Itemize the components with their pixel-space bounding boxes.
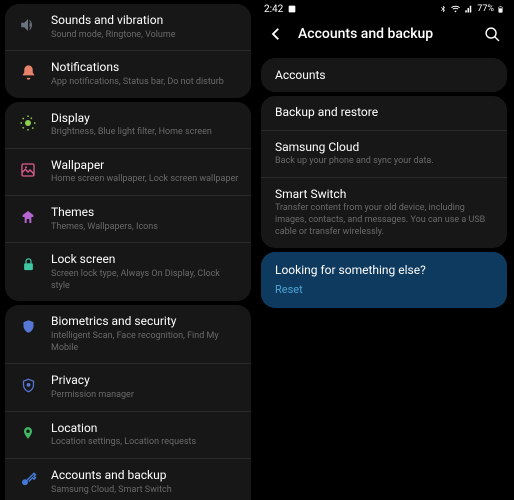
- item-title: Samsung Cloud: [275, 140, 493, 156]
- notification-icon: [287, 4, 297, 14]
- themes-icon: [17, 206, 39, 228]
- item-sub: Transfer content from your old device, i…: [275, 203, 493, 238]
- promo-title: Looking for something else?: [275, 263, 493, 277]
- item-title: Sounds and vibration: [51, 13, 239, 29]
- item-title: Lock screen: [51, 252, 239, 268]
- wallpaper-icon: [17, 159, 39, 181]
- lock-icon: [17, 253, 39, 275]
- settings-item-themes[interactable]: Themes Themes, Wallpapers, Icons: [5, 196, 251, 243]
- page-header: Accounts and backup: [256, 18, 512, 54]
- settings-item-location[interactable]: Location Location settings, Location req…: [5, 412, 251, 459]
- item-title: Backup and restore: [275, 105, 493, 121]
- item-title: Accounts and backup: [51, 468, 239, 484]
- item-sub: Home screen wallpaper, Lock screen wallp…: [51, 174, 239, 186]
- settings-item-biometrics[interactable]: Biometrics and security Intelligent Scan…: [5, 305, 251, 364]
- display-icon: [17, 112, 39, 134]
- location-icon: [17, 422, 39, 444]
- settings-group-2: Display Brightness, Blue light filter, H…: [5, 102, 251, 302]
- item-title: Notifications: [51, 60, 239, 76]
- back-button[interactable]: [266, 24, 286, 44]
- item-sub: Intelligent Scan, Face recognition, Find…: [51, 331, 239, 354]
- bluetooth-icon: [439, 4, 447, 14]
- item-sub: Samsung Cloud, Smart Switch: [51, 485, 239, 497]
- sound-icon: [17, 14, 39, 36]
- settings-item-accounts[interactable]: Accounts and backup Samsung Cloud, Smart…: [5, 459, 251, 500]
- key-icon: [17, 469, 39, 491]
- settings-item-sounds[interactable]: Sounds and vibration Sound mode, Rington…: [5, 4, 251, 51]
- item-title: Themes: [51, 205, 239, 221]
- reset-link[interactable]: Reset: [275, 283, 493, 296]
- item-sub: Back up your phone and sync your data.: [275, 156, 493, 168]
- page-title: Accounts and backup: [298, 26, 482, 42]
- item-sub: Brightness, Blue light filter, Home scre…: [51, 127, 239, 139]
- item-sub: App notifications, Status bar, Do not di…: [51, 77, 239, 89]
- settings-panel: Sounds and vibration Sound mode, Rington…: [0, 0, 256, 500]
- notifications-icon: [17, 61, 39, 83]
- signal-icon: [464, 5, 474, 14]
- privacy-icon: [17, 374, 39, 396]
- section-title: Accounts: [275, 68, 493, 82]
- item-title: Display: [51, 111, 239, 127]
- wifi-icon: [450, 5, 461, 14]
- shield-icon: [17, 315, 39, 337]
- accounts-panel: 2:42 77% Accounts and backup Accounts Ba…: [256, 0, 512, 500]
- status-time: 2:42: [264, 4, 283, 15]
- settings-item-lockscreen[interactable]: Lock screen Screen lock type, Always On …: [5, 243, 251, 301]
- accounts-section[interactable]: Accounts: [261, 58, 507, 92]
- search-button[interactable]: [482, 24, 502, 44]
- item-samsung-cloud[interactable]: Samsung Cloud Back up your phone and syn…: [261, 131, 507, 178]
- settings-item-display[interactable]: Display Brightness, Blue light filter, H…: [5, 102, 251, 149]
- settings-group-1: Sounds and vibration Sound mode, Rington…: [5, 4, 251, 98]
- status-bar: 2:42 77%: [256, 0, 512, 18]
- item-sub: Sound mode, Ringtone, Volume: [51, 30, 239, 42]
- item-title: Wallpaper: [51, 158, 239, 174]
- item-title: Smart Switch: [275, 187, 493, 203]
- settings-item-notifications[interactable]: Notifications App notifications, Status …: [5, 51, 251, 97]
- item-sub: Permission manager: [51, 390, 239, 402]
- item-backup-restore[interactable]: Backup and restore: [261, 96, 507, 131]
- item-title: Privacy: [51, 373, 239, 389]
- battery-icon: [497, 4, 504, 15]
- item-sub: Location settings, Location requests: [51, 437, 239, 449]
- item-title: Biometrics and security: [51, 314, 239, 330]
- settings-item-privacy[interactable]: Privacy Permission manager: [5, 364, 251, 411]
- item-smart-switch[interactable]: Smart Switch Transfer content from your …: [261, 178, 507, 248]
- settings-group-3: Biometrics and security Intelligent Scan…: [5, 305, 251, 500]
- backup-section: Backup and restore Samsung Cloud Back up…: [261, 96, 507, 248]
- promo-card: Looking for something else? Reset: [261, 252, 507, 308]
- item-title: Location: [51, 421, 239, 437]
- settings-item-wallpaper[interactable]: Wallpaper Home screen wallpaper, Lock sc…: [5, 149, 251, 196]
- item-sub: Themes, Wallpapers, Icons: [51, 222, 239, 234]
- battery-text: 77%: [477, 4, 494, 14]
- item-sub: Screen lock type, Always On Display, Clo…: [51, 269, 239, 292]
